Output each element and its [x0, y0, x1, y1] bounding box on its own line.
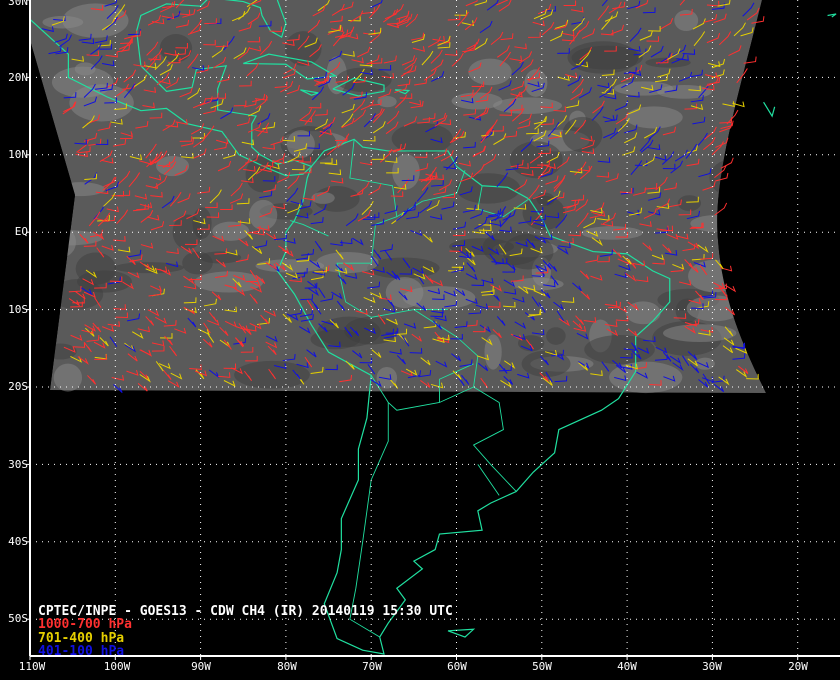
- lat-label: EQ: [14, 225, 28, 238]
- cloud-patch: [468, 58, 512, 86]
- cloud-patch: [77, 270, 132, 293]
- lon-label: 90W: [191, 660, 211, 673]
- cloud-patch: [249, 199, 278, 231]
- lat-label: 10S: [8, 303, 28, 316]
- lat-label: 50S: [8, 612, 28, 625]
- lon-label: 70W: [362, 660, 382, 673]
- cloud-patch: [546, 327, 566, 345]
- country-border: [477, 464, 500, 496]
- cloud-patch: [625, 106, 683, 129]
- cloud-patch: [51, 66, 114, 98]
- lat-label: 30N: [8, 0, 28, 8]
- lon-label: 80W: [277, 660, 297, 673]
- legend-high-level: 401-100 hPa: [38, 644, 125, 659]
- cloud-patch: [335, 67, 392, 93]
- coastline: [447, 628, 476, 638]
- cloud-patch: [62, 3, 129, 38]
- lon-label: 100W: [103, 660, 131, 673]
- lon-label: 30W: [702, 660, 722, 673]
- cloud-patch: [584, 335, 655, 365]
- cloud-patch: [286, 130, 315, 159]
- lon-label: 40W: [617, 660, 637, 673]
- lon-label: 60W: [447, 660, 467, 673]
- cloud-patch: [311, 192, 335, 204]
- cloud-patch: [562, 116, 603, 153]
- cloud-patch: [451, 92, 503, 110]
- cloud-patch: [493, 97, 562, 114]
- cloud-patch: [53, 363, 83, 392]
- cloud-patch: [613, 81, 674, 96]
- cloud-patch: [695, 357, 715, 370]
- cloud-patch: [484, 334, 502, 370]
- cloud-patch: [509, 141, 563, 179]
- map-canvas: [0, 0, 840, 660]
- lat-label: 40S: [8, 535, 28, 548]
- lat-label: 10N: [8, 148, 28, 161]
- lon-label: 20W: [788, 660, 808, 673]
- lat-label: 20S: [8, 380, 28, 393]
- country-border: [472, 386, 517, 492]
- cloud-patch: [511, 277, 564, 291]
- lat-label: 30S: [8, 458, 28, 471]
- satellite-wind-map: 30N 20N 10N EQ 10S 20S 30S 40S 50S 110W …: [0, 0, 840, 680]
- legend-low-level: 1000-700 hPa: [38, 617, 132, 632]
- country-border: [349, 402, 389, 638]
- cloud-patch: [316, 251, 379, 274]
- lon-label: 50W: [532, 660, 552, 673]
- lat-label: 20N: [8, 71, 28, 84]
- lon-label: 110W: [18, 660, 46, 673]
